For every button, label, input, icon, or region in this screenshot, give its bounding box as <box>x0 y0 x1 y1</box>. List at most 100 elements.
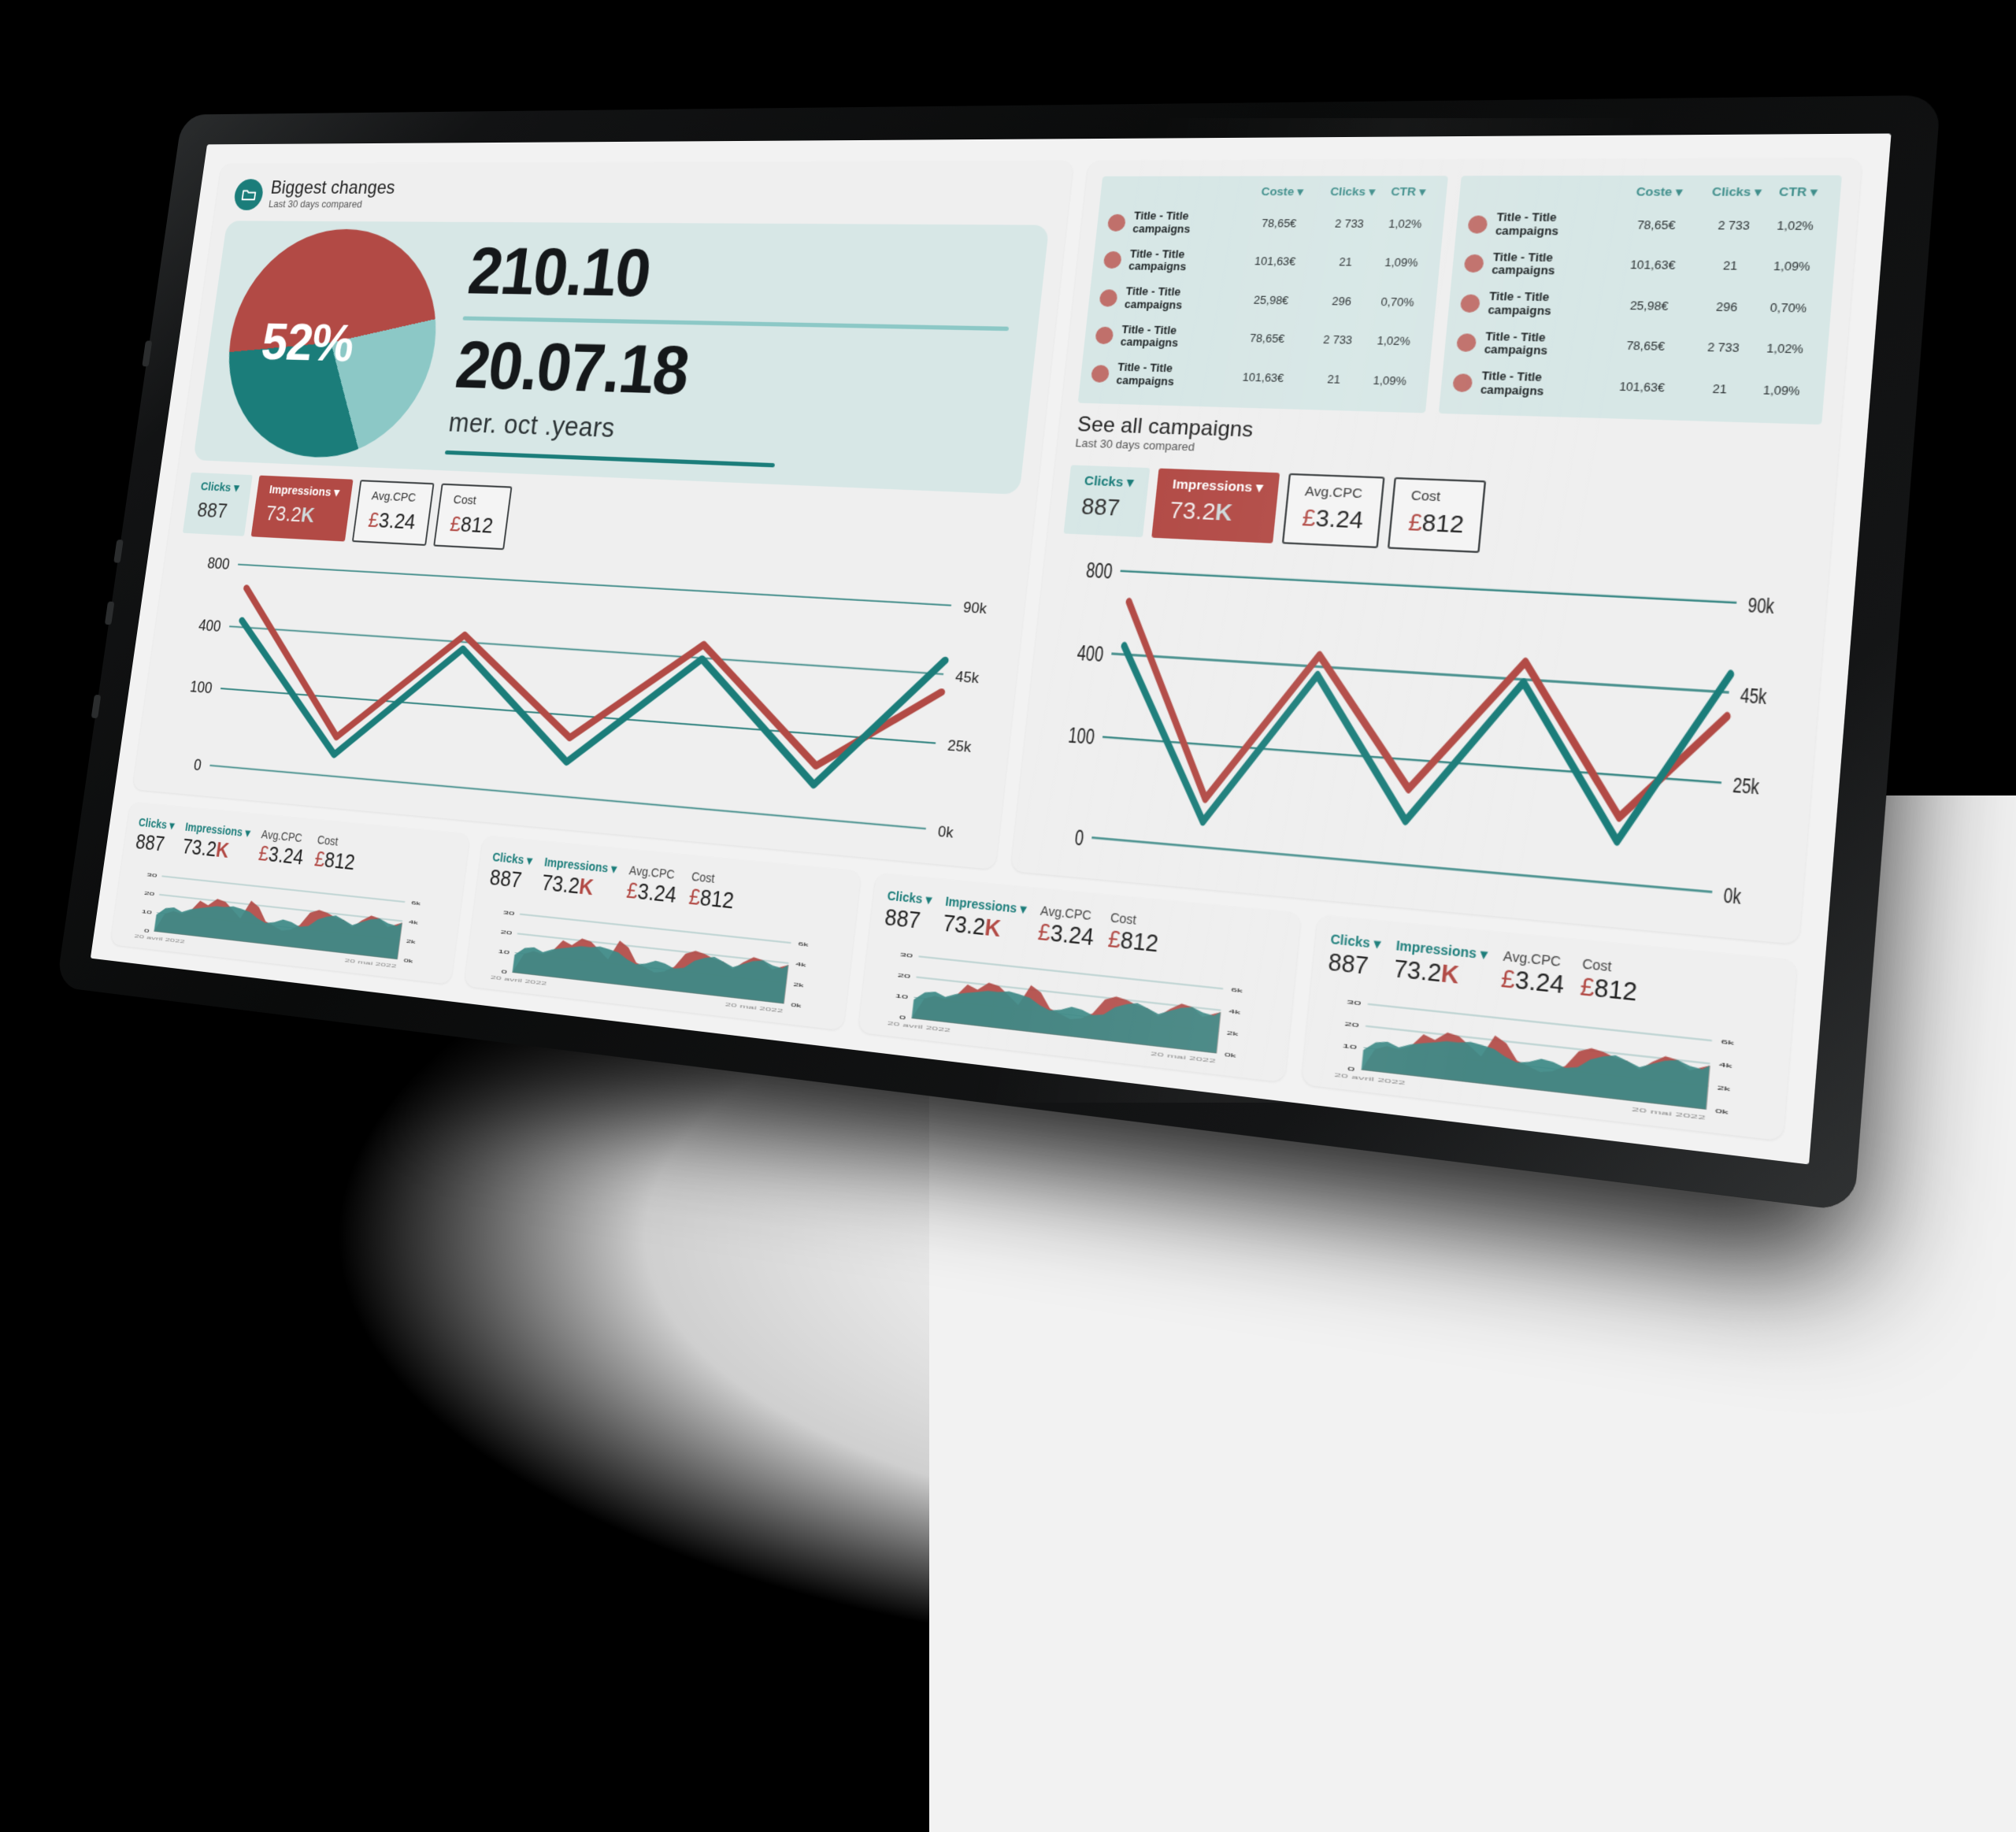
line-chart-right-svg: 800 400 100 0 90k 45k 25k 0k <box>1067 558 1776 908</box>
mini-kpi-clicks[interactable]: Clicks ▾ 887 <box>488 850 533 894</box>
mini-kpi-cost[interactable]: Cost £812 <box>1579 956 1640 1008</box>
cell-clicks: 21 <box>1712 382 1728 396</box>
kpi-chip-cost[interactable]: Cost £812 <box>1388 477 1487 553</box>
chevron-down-icon[interactable]: ▾ <box>1020 901 1028 916</box>
mini-kpi-impressions[interactable]: Impressions ▾ 73.2K <box>941 894 1028 945</box>
chevron-down-icon[interactable]: ▾ <box>1480 946 1488 962</box>
column-header-clicks[interactable]: Clicks ▾ <box>1323 185 1381 199</box>
table-row[interactable]: Title - Title campaigns 78,65€ 2 733 1,0… <box>1466 205 1827 247</box>
column-header-coste[interactable]: Coste ▾ <box>1240 185 1325 199</box>
table-row[interactable]: Title - Title campaigns 101,63€ 21 1,09% <box>1462 244 1823 288</box>
column-header-clicks[interactable]: Clicks ▾ <box>1705 185 1770 200</box>
kpi-value-text: 3.24 <box>1514 966 1566 999</box>
chevron-down-icon[interactable]: ▾ <box>1373 936 1381 951</box>
mini-kpi-avgcpc[interactable]: Avg.CPC £3.24 <box>1500 948 1567 1000</box>
chevron-down-icon[interactable]: ▾ <box>1419 185 1426 198</box>
svg-text:6k: 6k <box>1231 988 1243 994</box>
campaign-name-line2: campaigns <box>1124 298 1183 312</box>
campaign-table-right[interactable]: Coste ▾ Clicks ▾ CTR ▾ Title - Title cam… <box>1439 175 1842 425</box>
mini-kpi-impressions-label: Impressions ▾ <box>944 894 1028 918</box>
svg-text:25k: 25k <box>1732 774 1762 799</box>
area-chart-3[interactable]: 30 20 10 0 6k 4k 2k 0k 20 avril 2022 20 … <box>873 940 1279 1070</box>
kpi-chip-avgcpc[interactable]: Avg.CPC £3.24 <box>351 480 435 547</box>
campaign-table-left[interactable]: Coste ▾ Clicks ▾ CTR ▾ Title - Title cam… <box>1078 176 1449 413</box>
chevron-down-icon[interactable]: ▾ <box>1754 185 1762 199</box>
column-header-coste[interactable]: Coste ▾ <box>1613 185 1706 200</box>
table-row[interactable]: Title - Title campaigns 101,63€ 21 1,09% <box>1451 362 1814 412</box>
kpi-chip-clicks-value: 887 <box>195 497 229 523</box>
chevron-down-icon[interactable]: ▾ <box>1369 185 1376 198</box>
kpi-value-text: 73.2 <box>941 910 987 941</box>
column-header-ctr[interactable]: CTR ▾ <box>1768 184 1829 199</box>
line-chart-right[interactable]: 800 400 100 0 90k 45k 25k 0k <box>1028 543 1810 929</box>
chevron-down-icon[interactable]: ▾ <box>169 818 175 832</box>
table-row[interactable]: Title - Title campaigns 101,63€ 21 1,09% <box>1090 354 1419 402</box>
column-label: CTR <box>1778 184 1807 199</box>
mini-kpi-cost[interactable]: Cost £812 <box>313 833 358 876</box>
kpi-chip-cost[interactable]: Cost £812 <box>433 483 513 551</box>
cell-clicks: 2 733 <box>1322 333 1353 347</box>
cell-coste: 78,65€ <box>1249 332 1285 346</box>
mini-kpi-impressions[interactable]: Impressions ▾ 73.2K <box>181 820 251 865</box>
chevron-down-icon[interactable]: ▾ <box>1297 185 1304 198</box>
kpi-chip-clicks[interactable]: Clicks ▾ 887 <box>1063 464 1151 537</box>
table-row[interactable]: Title - Title campaigns 25,98€ 296 0,70% <box>1098 279 1426 322</box>
kpi-value-suffix: K <box>1440 960 1461 990</box>
see-all-campaigns-link[interactable]: See all campaigns Last 30 days compared <box>1073 412 1821 478</box>
chevron-down-icon[interactable]: ▾ <box>610 862 617 876</box>
kpi-value-text: 812 <box>699 885 736 914</box>
kpi-label-text: Clicks <box>199 480 232 495</box>
mini-kpi-impressions-label: Impressions ▾ <box>1395 938 1488 963</box>
kpi-label-text: Clicks <box>886 888 924 907</box>
mini-kpi-cost[interactable]: Cost £812 <box>687 870 737 914</box>
gridlines <box>1092 571 1737 892</box>
mini-kpi-clicks[interactable]: Clicks ▾ 887 <box>1327 932 1381 982</box>
kpi-chip-clicks[interactable]: Clicks ▾ 887 <box>182 472 253 537</box>
svg-text:20: 20 <box>897 973 910 980</box>
kpi-value-text: 73.2 <box>540 871 581 899</box>
chevron-down-icon[interactable]: ▾ <box>1126 475 1134 490</box>
mini-kpi-clicks[interactable]: Clicks ▾ 887 <box>884 888 932 936</box>
mini-kpi-clicks-label: Clicks ▾ <box>138 816 175 833</box>
currency-symbol: £ <box>1406 508 1424 537</box>
mini-kpi-cost[interactable]: Cost £812 <box>1106 910 1162 958</box>
mini-kpi-avgcpc[interactable]: Avg.CPC £3.24 <box>625 863 680 909</box>
mini-kpi-avgcpc[interactable]: Avg.CPC £3.24 <box>258 828 307 870</box>
hero-caption: mer. oct .years <box>447 406 617 443</box>
chevron-down-icon[interactable]: ▾ <box>925 892 932 907</box>
kpi-chip-avgcpc[interactable]: Avg.CPC £3.24 <box>1282 473 1386 548</box>
mini-kpi-avgcpc[interactable]: Avg.CPC £3.24 <box>1036 903 1096 952</box>
kpi-chip-impressions[interactable]: Impressions ▾ 73.2K <box>250 475 354 542</box>
kpi-chip-impressions[interactable]: Impressions ▾ 73.2K <box>1151 468 1280 543</box>
campaign-name: Title - Title campaigns <box>1484 330 1601 359</box>
table-row[interactable]: Title - Title campaigns 25,98€ 296 0,70% <box>1459 284 1821 329</box>
area-chart-4[interactable]: 30 20 10 0 6k 4k 2k 0k 20 avril 2022 20 … <box>1317 986 1774 1129</box>
chevron-down-icon[interactable]: ▾ <box>233 481 240 495</box>
table-row[interactable]: Title - Title campaigns 78,65€ 2 733 1,0… <box>1455 323 1817 371</box>
mini-kpi-impressions[interactable]: Impressions ▾ 73.2K <box>540 855 617 903</box>
svg-text:100: 100 <box>189 679 213 697</box>
chevron-down-icon[interactable]: ▾ <box>333 486 340 499</box>
chevron-down-icon[interactable]: ▾ <box>244 826 251 840</box>
currency-symbol: £ <box>1499 965 1517 995</box>
header-text-block: Biggest changes Last 30 days compared <box>268 177 396 211</box>
table-row[interactable]: Title - Title campaigns 78,65€ 2 733 1,0… <box>1106 204 1435 244</box>
chevron-down-icon[interactable]: ▾ <box>526 853 533 867</box>
pie-chart[interactable]: 52% <box>214 228 450 462</box>
chevron-down-icon[interactable]: ▾ <box>1675 185 1683 199</box>
column-label: CTR <box>1390 184 1417 198</box>
campaign-name-line2: campaigns <box>1132 222 1191 235</box>
kpi-chip-avgcpc-value: £3.24 <box>1301 503 1365 536</box>
kpi-label-text: Clicks <box>491 850 525 867</box>
mini-kpi-clicks[interactable]: Clicks ▾ 887 <box>134 816 176 858</box>
mini-kpi-impressions[interactable]: Impressions ▾ 73.2K <box>1392 938 1488 993</box>
cell-ctr: 1,02% <box>1776 219 1814 233</box>
column-header-ctr[interactable]: CTR ▾ <box>1380 185 1436 199</box>
mini-kpi-impressions-value: 73.2K <box>181 836 250 866</box>
tablet-device: Biggest changes Last 30 days compared 52… <box>56 95 1941 1212</box>
kpi-chip-avgcpc-label: Avg.CPC <box>370 489 417 505</box>
table-row[interactable]: Title - Title campaigns 78,65€ 2 733 1,0… <box>1094 317 1423 362</box>
chevron-down-icon[interactable]: ▾ <box>1810 184 1818 198</box>
chevron-down-icon[interactable]: ▾ <box>1255 480 1264 495</box>
table-row[interactable]: Title - Title campaigns 101,63€ 21 1,09% <box>1102 241 1430 283</box>
